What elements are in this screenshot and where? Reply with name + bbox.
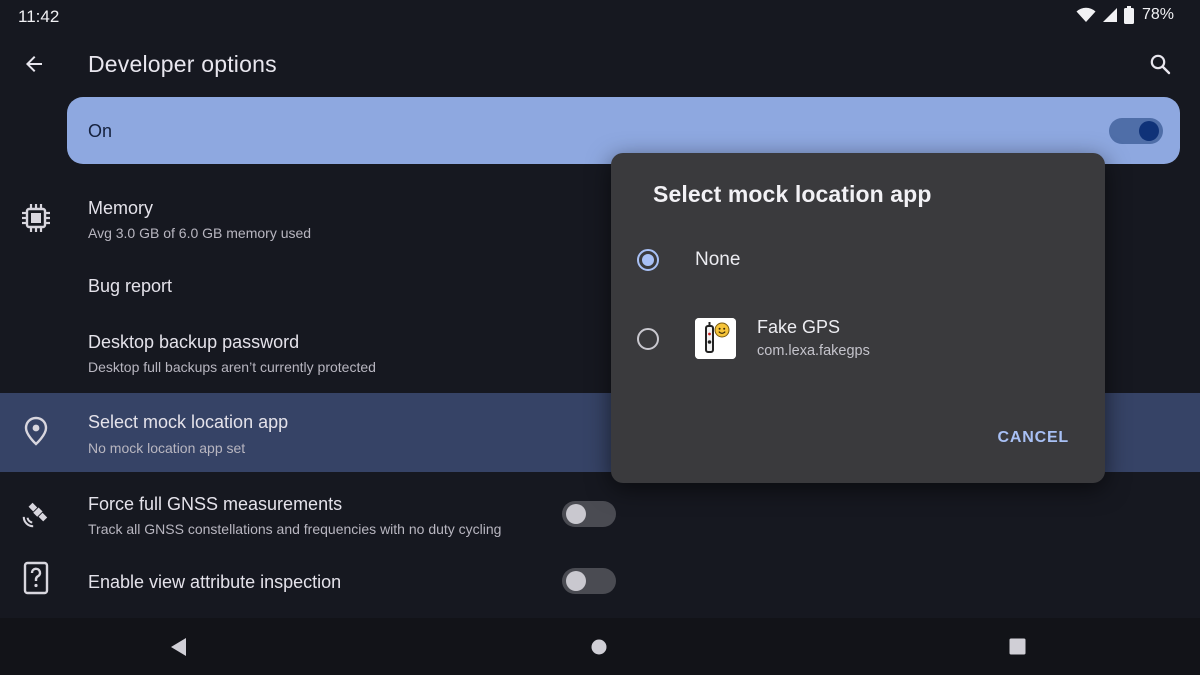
setting-title: Bug report xyxy=(88,276,173,296)
setting-view-attribute-inspection[interactable]: Enable view attribute inspection xyxy=(0,558,1200,608)
location-pin-icon xyxy=(20,415,52,447)
navigation-bar xyxy=(0,618,1200,675)
radio-dot xyxy=(642,254,654,266)
setting-summary: No mock location app set xyxy=(88,440,246,456)
battery-icon xyxy=(1123,6,1134,24)
status-bar: 11:42 78% xyxy=(0,0,1200,34)
nav-back-icon[interactable] xyxy=(170,637,188,662)
screen: 11:42 78% Developer options On Memory Av… xyxy=(0,0,1200,675)
page-title: Developer options xyxy=(88,51,277,77)
select-mock-location-dialog: Select mock location app None Fake GPS c… xyxy=(611,153,1105,483)
setting-force-full-gnss[interactable]: Force full GNSS measurements Track all G… xyxy=(0,478,1200,554)
setting-title: Enable view attribute inspection xyxy=(88,572,342,592)
setting-title: Force full GNSS measurements xyxy=(88,494,343,514)
arrow-back-icon xyxy=(26,56,42,72)
setting-title: Memory xyxy=(88,198,154,218)
setting-summary: Avg 3.0 GB of 6.0 GB memory used xyxy=(88,225,312,241)
memory-chip-icon xyxy=(20,202,52,234)
dialog-title: Select mock location app xyxy=(653,181,932,207)
setting-summary: Desktop full backups aren’t currently pr… xyxy=(88,359,376,375)
status-icons: 78% xyxy=(1076,6,1174,24)
master-switch[interactable] xyxy=(1109,118,1163,144)
option-fake-gps[interactable]: Fake GPS com.lexa.fakegps xyxy=(611,305,1105,371)
status-time: 11:42 xyxy=(18,7,60,26)
setting-summary: Track all GNSS constellations and freque… xyxy=(88,521,502,537)
wifi-icon xyxy=(1076,7,1096,23)
fake-gps-app-icon xyxy=(695,318,736,359)
search-icon xyxy=(1150,54,1171,75)
radio-button-selected[interactable] xyxy=(637,249,659,271)
setting-title: Select mock location app xyxy=(88,412,289,432)
radio-button[interactable] xyxy=(637,328,659,350)
satellite-icon xyxy=(20,498,52,530)
nav-home-icon[interactable] xyxy=(591,639,607,660)
cell-signal-icon xyxy=(1102,7,1118,23)
gnss-switch[interactable] xyxy=(562,501,616,527)
nav-recents-icon[interactable] xyxy=(1009,638,1026,660)
help-box-icon xyxy=(20,561,52,595)
setting-title: Desktop backup password xyxy=(88,332,300,352)
app-name: Fake GPS xyxy=(757,317,841,337)
switch-knob xyxy=(1139,121,1159,141)
master-toggle-label: On xyxy=(88,121,113,141)
switch-knob xyxy=(566,504,586,524)
option-label: None xyxy=(695,249,741,270)
back-button[interactable] xyxy=(20,50,48,78)
search-button[interactable] xyxy=(1146,50,1174,78)
view-attribute-switch[interactable] xyxy=(562,568,616,594)
app-package: com.lexa.fakegps xyxy=(757,343,870,359)
app-bar: Developer options xyxy=(0,34,1200,94)
switch-knob xyxy=(566,571,586,591)
cancel-button[interactable]: CANCEL xyxy=(998,429,1069,447)
option-none[interactable]: None xyxy=(611,231,1105,291)
battery-percentage: 78% xyxy=(1141,6,1174,23)
